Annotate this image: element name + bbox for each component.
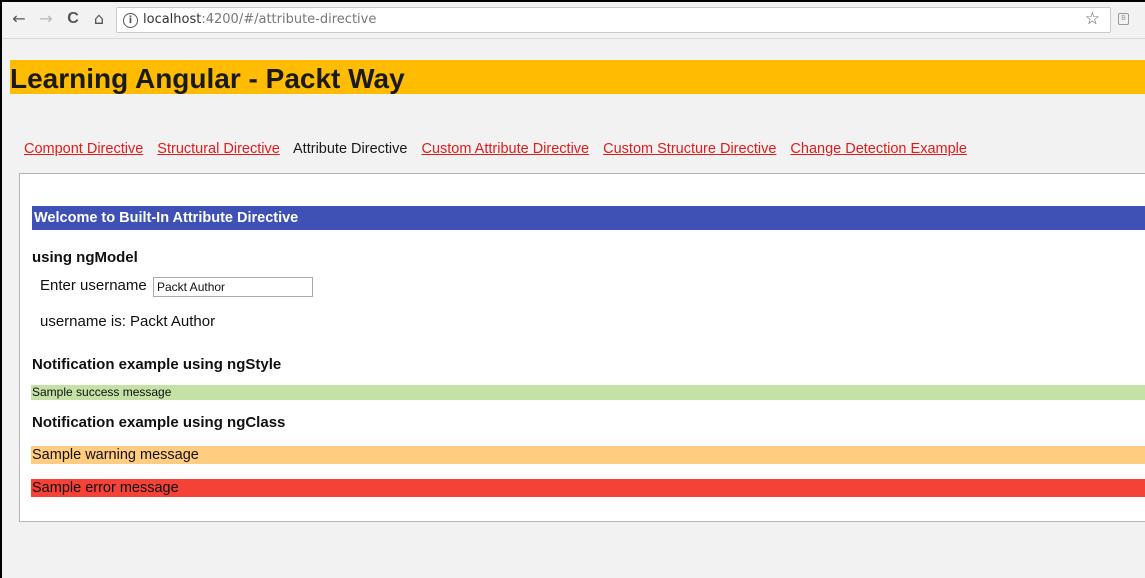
back-arrow-icon[interactable]: ← [8, 8, 30, 30]
forward-arrow-icon[interactable]: → [35, 8, 57, 30]
url-path: :4200/#/attribute-directive [201, 12, 377, 27]
reload-icon[interactable]: C [62, 8, 84, 30]
welcome-banner: Welcome to Built-In Attribute Directive [32, 206, 1145, 230]
address-bar[interactable]: i localhost:4200/#/attribute-directive ☆ [116, 7, 1111, 33]
username-label: Enter username [40, 277, 147, 294]
ngmodel-heading: using ngModel [32, 249, 138, 266]
ngstyle-heading: Notification example using ngStyle [32, 356, 282, 373]
home-icon[interactable]: ⌂ [88, 8, 110, 30]
success-message: Sample success message [31, 385, 1145, 400]
url-host: localhost [143, 12, 202, 27]
nav-link-component-directive[interactable]: Compont Directive [24, 141, 143, 157]
browser-toolbar: ← → C ⌂ i localhost:4200/#/attribute-dir… [2, 2, 1145, 39]
ngclass-heading: Notification example using ngClass [32, 414, 286, 431]
bookmark-star-icon[interactable]: ☆ [1085, 9, 1100, 29]
extension-icon[interactable]: B [1118, 13, 1129, 25]
app-header: Learning Angular - Packt Way [10, 60, 1145, 94]
info-icon[interactable]: i [123, 13, 138, 28]
nav-link-attribute-directive-active: Attribute Directive [293, 141, 408, 157]
warning-message: Sample warning message [31, 446, 1145, 464]
nav-link-custom-structure-directive[interactable]: Custom Structure Directive [603, 141, 776, 157]
nav-link-custom-attribute-directive[interactable]: Custom Attribute Directive [421, 141, 589, 157]
url-text[interactable]: localhost:4200/#/attribute-directive [143, 12, 376, 27]
error-message: Sample error message [31, 479, 1145, 497]
nav-link-structural-directive[interactable]: Structural Directive [157, 141, 279, 157]
nav-link-change-detection-example[interactable]: Change Detection Example [790, 141, 967, 157]
directive-nav: Compont Directive Structural Directive A… [24, 141, 977, 157]
username-input[interactable] [153, 277, 313, 297]
app-title: Learning Angular - Packt Way [10, 63, 405, 94]
username-display: username is: Packt Author [40, 313, 216, 330]
attribute-directive-panel: Welcome to Built-In Attribute Directive … [19, 173, 1145, 522]
